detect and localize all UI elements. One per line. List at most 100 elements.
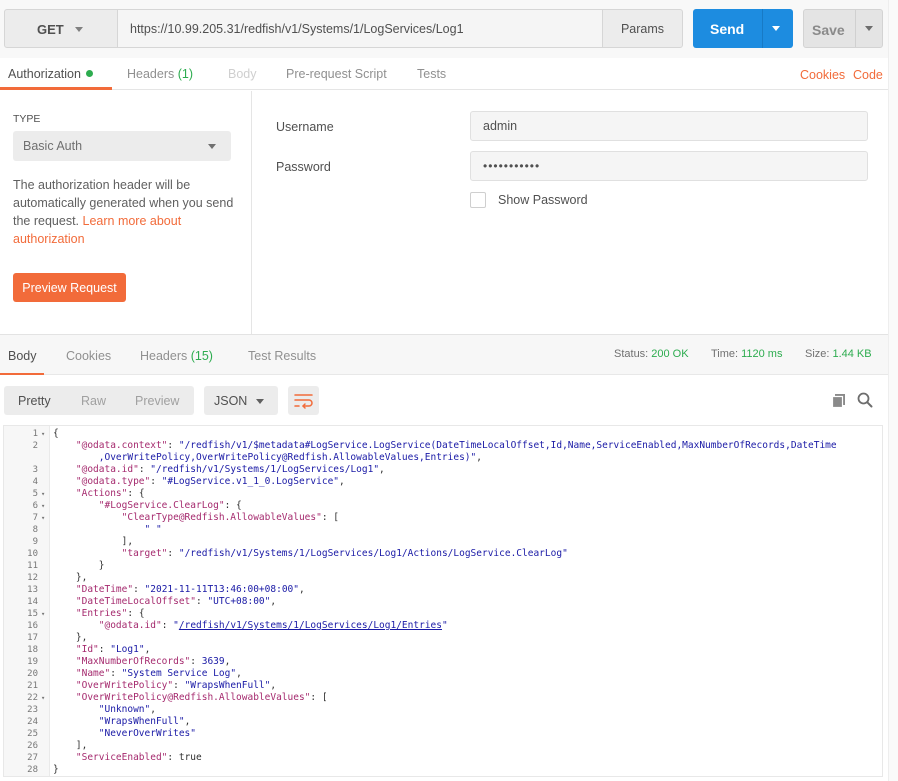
line-number: 24: [27, 717, 38, 727]
code-token: true: [178, 752, 202, 763]
tab-response-cookies[interactable]: Cookies: [66, 349, 111, 363]
auth-help-text: The authorization header will be automat…: [13, 176, 238, 248]
cookies-link[interactable]: Cookies: [800, 68, 845, 82]
code-line: "NeverOverWrites": [53, 728, 196, 740]
status-label: Status:: [614, 348, 649, 360]
code-line: "@odata.id": "/redfish/v1/Systems/1/LogS…: [53, 620, 448, 632]
code-token: "OverWritePolicy@Redfish.AllowableValues…: [75, 692, 311, 703]
code-token: }: [53, 560, 105, 571]
params-button[interactable]: Params: [602, 9, 683, 48]
line-number: 7: [32, 513, 38, 523]
line-number-gutter: 1 ▾ 2 3 4 5 ▾ 6 ▾ 7 ▾ 8 9 10 11 12 13 14 15 ▾ 16 17 18 19 20 21 22…: [4, 426, 50, 776]
code-token: :: [190, 656, 202, 667]
save-button[interactable]: Save: [803, 9, 883, 48]
view-raw-button[interactable]: Raw: [81, 394, 106, 408]
line-number: 5: [32, 489, 38, 499]
code-token: }: [53, 764, 59, 775]
line-number: 6: [32, 501, 38, 511]
code-token: "ClearType@Redfish.AllowableValues": [121, 512, 322, 523]
fold-arrow-icon[interactable]: ▾: [41, 500, 45, 512]
chevron-down-icon[interactable]: [865, 26, 873, 31]
show-password-label[interactable]: Show Password: [498, 193, 588, 207]
code-token: ],: [53, 740, 88, 751]
code-token: },: [53, 632, 88, 643]
code-line: "OverWritePolicy@Redfish.AllowableValues…: [53, 692, 328, 704]
code-token: "Name": [75, 668, 111, 679]
code-token: : {: [224, 500, 242, 511]
code-token: ,: [339, 476, 345, 487]
url-input[interactable]: https://10.99.205.31/redfish/v1/Systems/…: [118, 9, 603, 48]
line-number: 22: [27, 693, 38, 703]
code-token: "@odata.type": [75, 476, 151, 487]
password-label: Password: [276, 160, 331, 174]
code-link[interactable]: Code: [853, 68, 883, 82]
password-field[interactable]: •••••••••••: [470, 151, 868, 181]
format-select[interactable]: JSON: [204, 386, 278, 415]
tab-tests[interactable]: Tests: [417, 67, 446, 81]
auth-type-select[interactable]: Basic Auth: [13, 131, 231, 161]
save-divider: [855, 10, 856, 47]
active-tab-indicator: [0, 87, 112, 90]
line-number: 15: [27, 609, 38, 619]
code-token: " ": [144, 524, 162, 535]
code-token: "WrapsWhenFull": [98, 716, 185, 727]
view-pretty-button[interactable]: Pretty: [18, 394, 51, 408]
method-select[interactable]: GET: [4, 9, 118, 48]
response-body-editor[interactable]: 1 ▾ 2 3 4 5 ▾ 6 ▾ 7 ▾ 8 9 10 11 12 13 14 15 ▾ 16 17 18 19 20 21 22…: [3, 425, 883, 777]
entries-link[interactable]: /redfish/v1/Systems/1/LogServices/Log1/E…: [179, 620, 442, 631]
line-number: 10: [27, 549, 38, 559]
send-button[interactable]: Send: [693, 9, 793, 48]
size-label: Size:: [805, 348, 830, 360]
tab-test-results[interactable]: Test Results: [248, 349, 316, 363]
code-line: "ClearType@Redfish.AllowableValues": [: [53, 512, 339, 524]
line-number: 1: [32, 429, 38, 439]
show-password-checkbox[interactable]: [470, 192, 486, 208]
time-readout: Time: 1120 ms: [711, 348, 782, 360]
request-tabs: Authorization Headers (1) Body Pre-reque…: [0, 58, 898, 90]
code-token: "/redfish/v1/$metadata#LogService.LogSer…: [178, 440, 837, 451]
tab-response-body[interactable]: Body: [8, 349, 37, 363]
code-line: }: [53, 764, 59, 776]
code-line: },: [53, 572, 87, 584]
tab-body[interactable]: Body: [228, 67, 257, 81]
chevron-down-icon[interactable]: [772, 26, 780, 31]
code-token: ],: [53, 536, 134, 547]
code-token: "System Service Log": [121, 668, 237, 679]
copy-icon[interactable]: [830, 391, 848, 409]
fold-arrow-icon[interactable]: ▾: [41, 692, 45, 704]
tab-response-headers[interactable]: Headers (15): [140, 349, 213, 363]
tab-prerequest-script[interactable]: Pre-request Script: [286, 67, 387, 81]
code-token: ,: [298, 584, 305, 595]
fold-arrow-icon[interactable]: ▾: [41, 512, 45, 524]
code-token: :: [167, 440, 179, 451]
username-field[interactable]: admin: [470, 111, 868, 141]
code-token: "#LogService.v1_1_0.LogService": [161, 476, 340, 487]
tab-authorization[interactable]: Authorization: [8, 67, 93, 81]
search-icon[interactable]: [856, 391, 874, 409]
size-value: 1.44 KB: [832, 348, 872, 360]
auth-type-value: Basic Auth: [23, 139, 83, 153]
fold-arrow-icon[interactable]: ▾: [41, 608, 45, 620]
fold-arrow-icon[interactable]: ▾: [41, 488, 45, 500]
tab-headers-count: (1): [177, 67, 194, 81]
status-readout: Status: 200 OK: [614, 348, 689, 360]
line-number: 28: [27, 765, 38, 775]
code-token: "@odata.context": [75, 440, 168, 451]
tab-headers[interactable]: Headers (1): [127, 67, 193, 81]
preview-request-button[interactable]: Preview Request: [13, 273, 126, 302]
code-line: {: [53, 428, 59, 440]
code-token: "WrapsWhenFull": [184, 680, 271, 691]
save-label: Save: [812, 22, 845, 38]
fold-arrow-icon[interactable]: ▾: [41, 428, 45, 440]
code-line: "Entries": {: [53, 608, 145, 620]
code-token: ": [441, 620, 448, 631]
wrap-lines-button[interactable]: [288, 386, 319, 415]
view-preview-button[interactable]: Preview: [135, 394, 179, 408]
